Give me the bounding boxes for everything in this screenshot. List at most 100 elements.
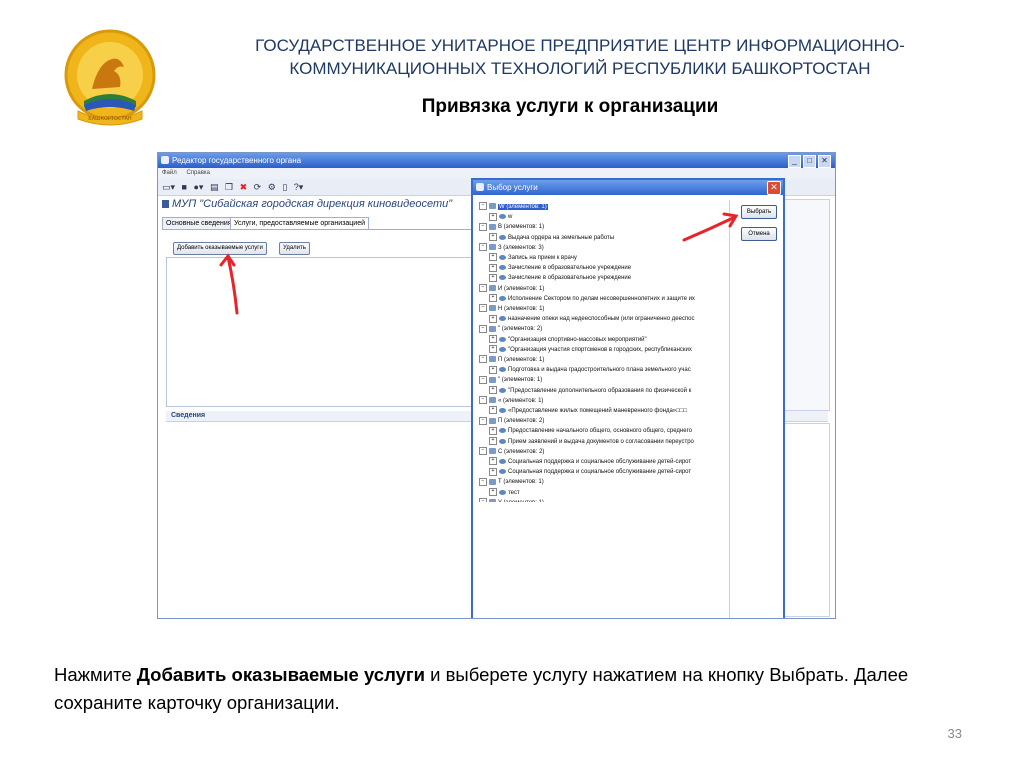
tree-label: W (элементов: 1): [498, 204, 548, 210]
collapse-icon[interactable]: −: [479, 355, 487, 364]
tree-label: "Предоставление дополнительного образова…: [508, 387, 692, 394]
collapse-icon[interactable]: −: [479, 243, 487, 252]
tree-group[interactable]: − « (элементов: 1): [479, 396, 543, 406]
close-icon[interactable]: ✕: [818, 155, 831, 168]
expand-icon[interactable]: +: [489, 233, 497, 242]
collapse-icon[interactable]: −: [479, 477, 487, 486]
expand-icon[interactable]: +: [489, 253, 497, 262]
tree-item[interactable]: + «Предоставление жилых помещений маневре…: [489, 406, 687, 416]
main-window-title: Редактор государственного органа: [172, 156, 302, 165]
expand-icon[interactable]: +: [489, 406, 497, 415]
tree-item[interactable]: + "Организация спортивно-массовых меропри…: [489, 335, 647, 345]
service-icon: [499, 438, 506, 444]
tree-group[interactable]: − " (элементов: 1): [479, 375, 542, 385]
doc-icon[interactable]: ▯: [282, 179, 287, 195]
tree-item[interactable]: + Исполнение Сектором по делам несовершен…: [489, 294, 695, 304]
service-icon: [499, 428, 506, 434]
add-services-button[interactable]: Добавить оказываемые услуги: [173, 242, 267, 255]
tree-item[interactable]: + Прием заявлений и выдача документов о с…: [489, 437, 694, 447]
tree-group[interactable]: − Н (элементов: 1): [479, 304, 544, 314]
collapse-icon[interactable]: −: [479, 304, 487, 313]
refresh-icon[interactable]: ⟳: [254, 179, 262, 195]
collapse-icon[interactable]: −: [479, 324, 487, 333]
expand-icon[interactable]: +: [489, 467, 497, 476]
expand-icon[interactable]: +: [489, 294, 497, 303]
tree-group[interactable]: − У (элементов: 1): [479, 498, 544, 502]
tree-group[interactable]: − В (элементов: 1): [479, 222, 544, 232]
tree-item[interactable]: + тест: [489, 488, 520, 498]
save-icon[interactable]: ■: [182, 179, 187, 195]
new-icon[interactable]: ▭▾: [162, 179, 175, 195]
collapse-icon[interactable]: −: [479, 447, 487, 456]
tree-group[interactable]: − " (элементов: 2): [479, 324, 542, 334]
copy-icon[interactable]: ❐: [225, 179, 233, 195]
tree-item[interactable]: + Социальная поддержка и социальное обслу…: [489, 467, 691, 477]
dialog-separator: [729, 200, 730, 618]
expand-icon[interactable]: +: [489, 314, 497, 323]
expand-icon[interactable]: +: [489, 426, 497, 435]
tree-item[interactable]: + w: [489, 212, 512, 222]
expand-icon[interactable]: +: [489, 335, 497, 344]
tree-group[interactable]: − Т (элементов: 1): [479, 477, 544, 487]
tree-group[interactable]: − W (элементов: 1): [479, 202, 548, 212]
tree-item[interactable]: + Предоставление начального общего, основ…: [489, 426, 692, 436]
tree-item[interactable]: + Зачисление в образовательное учреждение: [489, 273, 631, 283]
expand-icon[interactable]: +: [489, 263, 497, 272]
tree-item[interactable]: + Выдача ордера на земельные работы: [489, 233, 614, 243]
tree-group[interactable]: − С (элементов: 2): [479, 447, 544, 457]
tree-item[interactable]: + Подготовка и выдача градостроительного …: [489, 365, 691, 375]
help-icon[interactable]: ?▾: [294, 179, 304, 195]
minimize-icon[interactable]: _: [788, 155, 801, 168]
folder-icon: [489, 203, 496, 210]
tree-label: В (элементов: 1): [498, 224, 545, 231]
dialog-close-icon[interactable]: ✕: [767, 181, 781, 195]
expand-icon[interactable]: +: [489, 365, 497, 374]
org-name: МУП "Сибайская городская дирекция кинови…: [172, 198, 453, 210]
tree-group[interactable]: − П (элементов: 1): [479, 355, 544, 365]
expand-icon[interactable]: +: [489, 437, 497, 446]
collapse-icon[interactable]: −: [479, 284, 487, 293]
tree-group[interactable]: − И (элементов: 1): [479, 284, 544, 294]
expand-icon[interactable]: +: [489, 212, 497, 221]
tools-icon[interactable]: ⚙: [268, 179, 276, 195]
select-service-dialog: Выбор услуги ✕ − W (элементов: 1) + w − В (эл…: [471, 178, 785, 618]
delete-button[interactable]: Удалить: [279, 242, 310, 255]
expand-icon[interactable]: +: [489, 488, 497, 497]
expand-icon[interactable]: +: [489, 457, 497, 466]
collapse-icon[interactable]: −: [479, 222, 487, 231]
service-icon: [499, 254, 506, 260]
tree-label: С (элементов: 2): [498, 448, 545, 455]
maximize-icon[interactable]: □: [803, 155, 816, 168]
collapse-icon[interactable]: −: [479, 396, 487, 405]
tree-item[interactable]: + назначение опеки над недееспособным (ил…: [489, 314, 695, 324]
tree-label: Запись на прием к врачу: [508, 255, 577, 261]
collapse-icon[interactable]: −: [479, 416, 487, 425]
tree-group[interactable]: − П (элементов: 2): [479, 416, 544, 426]
tree-label: "Организация участия спортсменов в город…: [508, 346, 692, 353]
service-icon: [499, 407, 506, 413]
tree-label: " (элементов: 1): [498, 377, 543, 384]
tree-label: Социальная поддержка и социальное обслуж…: [508, 459, 692, 465]
menu-help[interactable]: Справка: [186, 170, 210, 176]
tree-item[interactable]: + Зачисление в образовательное учреждение: [489, 263, 631, 273]
instructions-part1: Нажмите: [54, 664, 137, 685]
collapse-icon[interactable]: −: [479, 498, 487, 502]
globe-icon[interactable]: ●▾: [194, 179, 204, 195]
menu-file[interactable]: Файл: [162, 170, 177, 176]
tree-item[interactable]: + Запись на прием к врачу: [489, 253, 577, 263]
tree-item[interactable]: + "Предоставление дополнительного образов…: [489, 386, 691, 396]
print-icon[interactable]: ▤: [210, 179, 219, 195]
expand-icon[interactable]: +: [489, 386, 497, 395]
collapse-icon[interactable]: −: [479, 375, 487, 384]
org-name-title: МУП "Сибайская городская дирекция кинови…: [162, 198, 452, 210]
expand-icon[interactable]: +: [489, 273, 497, 282]
collapse-icon[interactable]: −: [479, 202, 487, 211]
window-controls: _ □ ✕: [788, 155, 831, 168]
cancel-button[interactable]: Отмена: [741, 227, 777, 241]
tree-group[interactable]: − З (элементов: 3): [479, 243, 544, 253]
tree-item[interactable]: + Социальная поддержка и социальное обслу…: [489, 457, 691, 467]
tree-item[interactable]: + "Организация участия спортсменов в горо…: [489, 345, 692, 355]
delete-icon[interactable]: ✖: [240, 179, 248, 195]
select-button[interactable]: Выбрать: [741, 205, 777, 219]
expand-icon[interactable]: +: [489, 345, 497, 354]
